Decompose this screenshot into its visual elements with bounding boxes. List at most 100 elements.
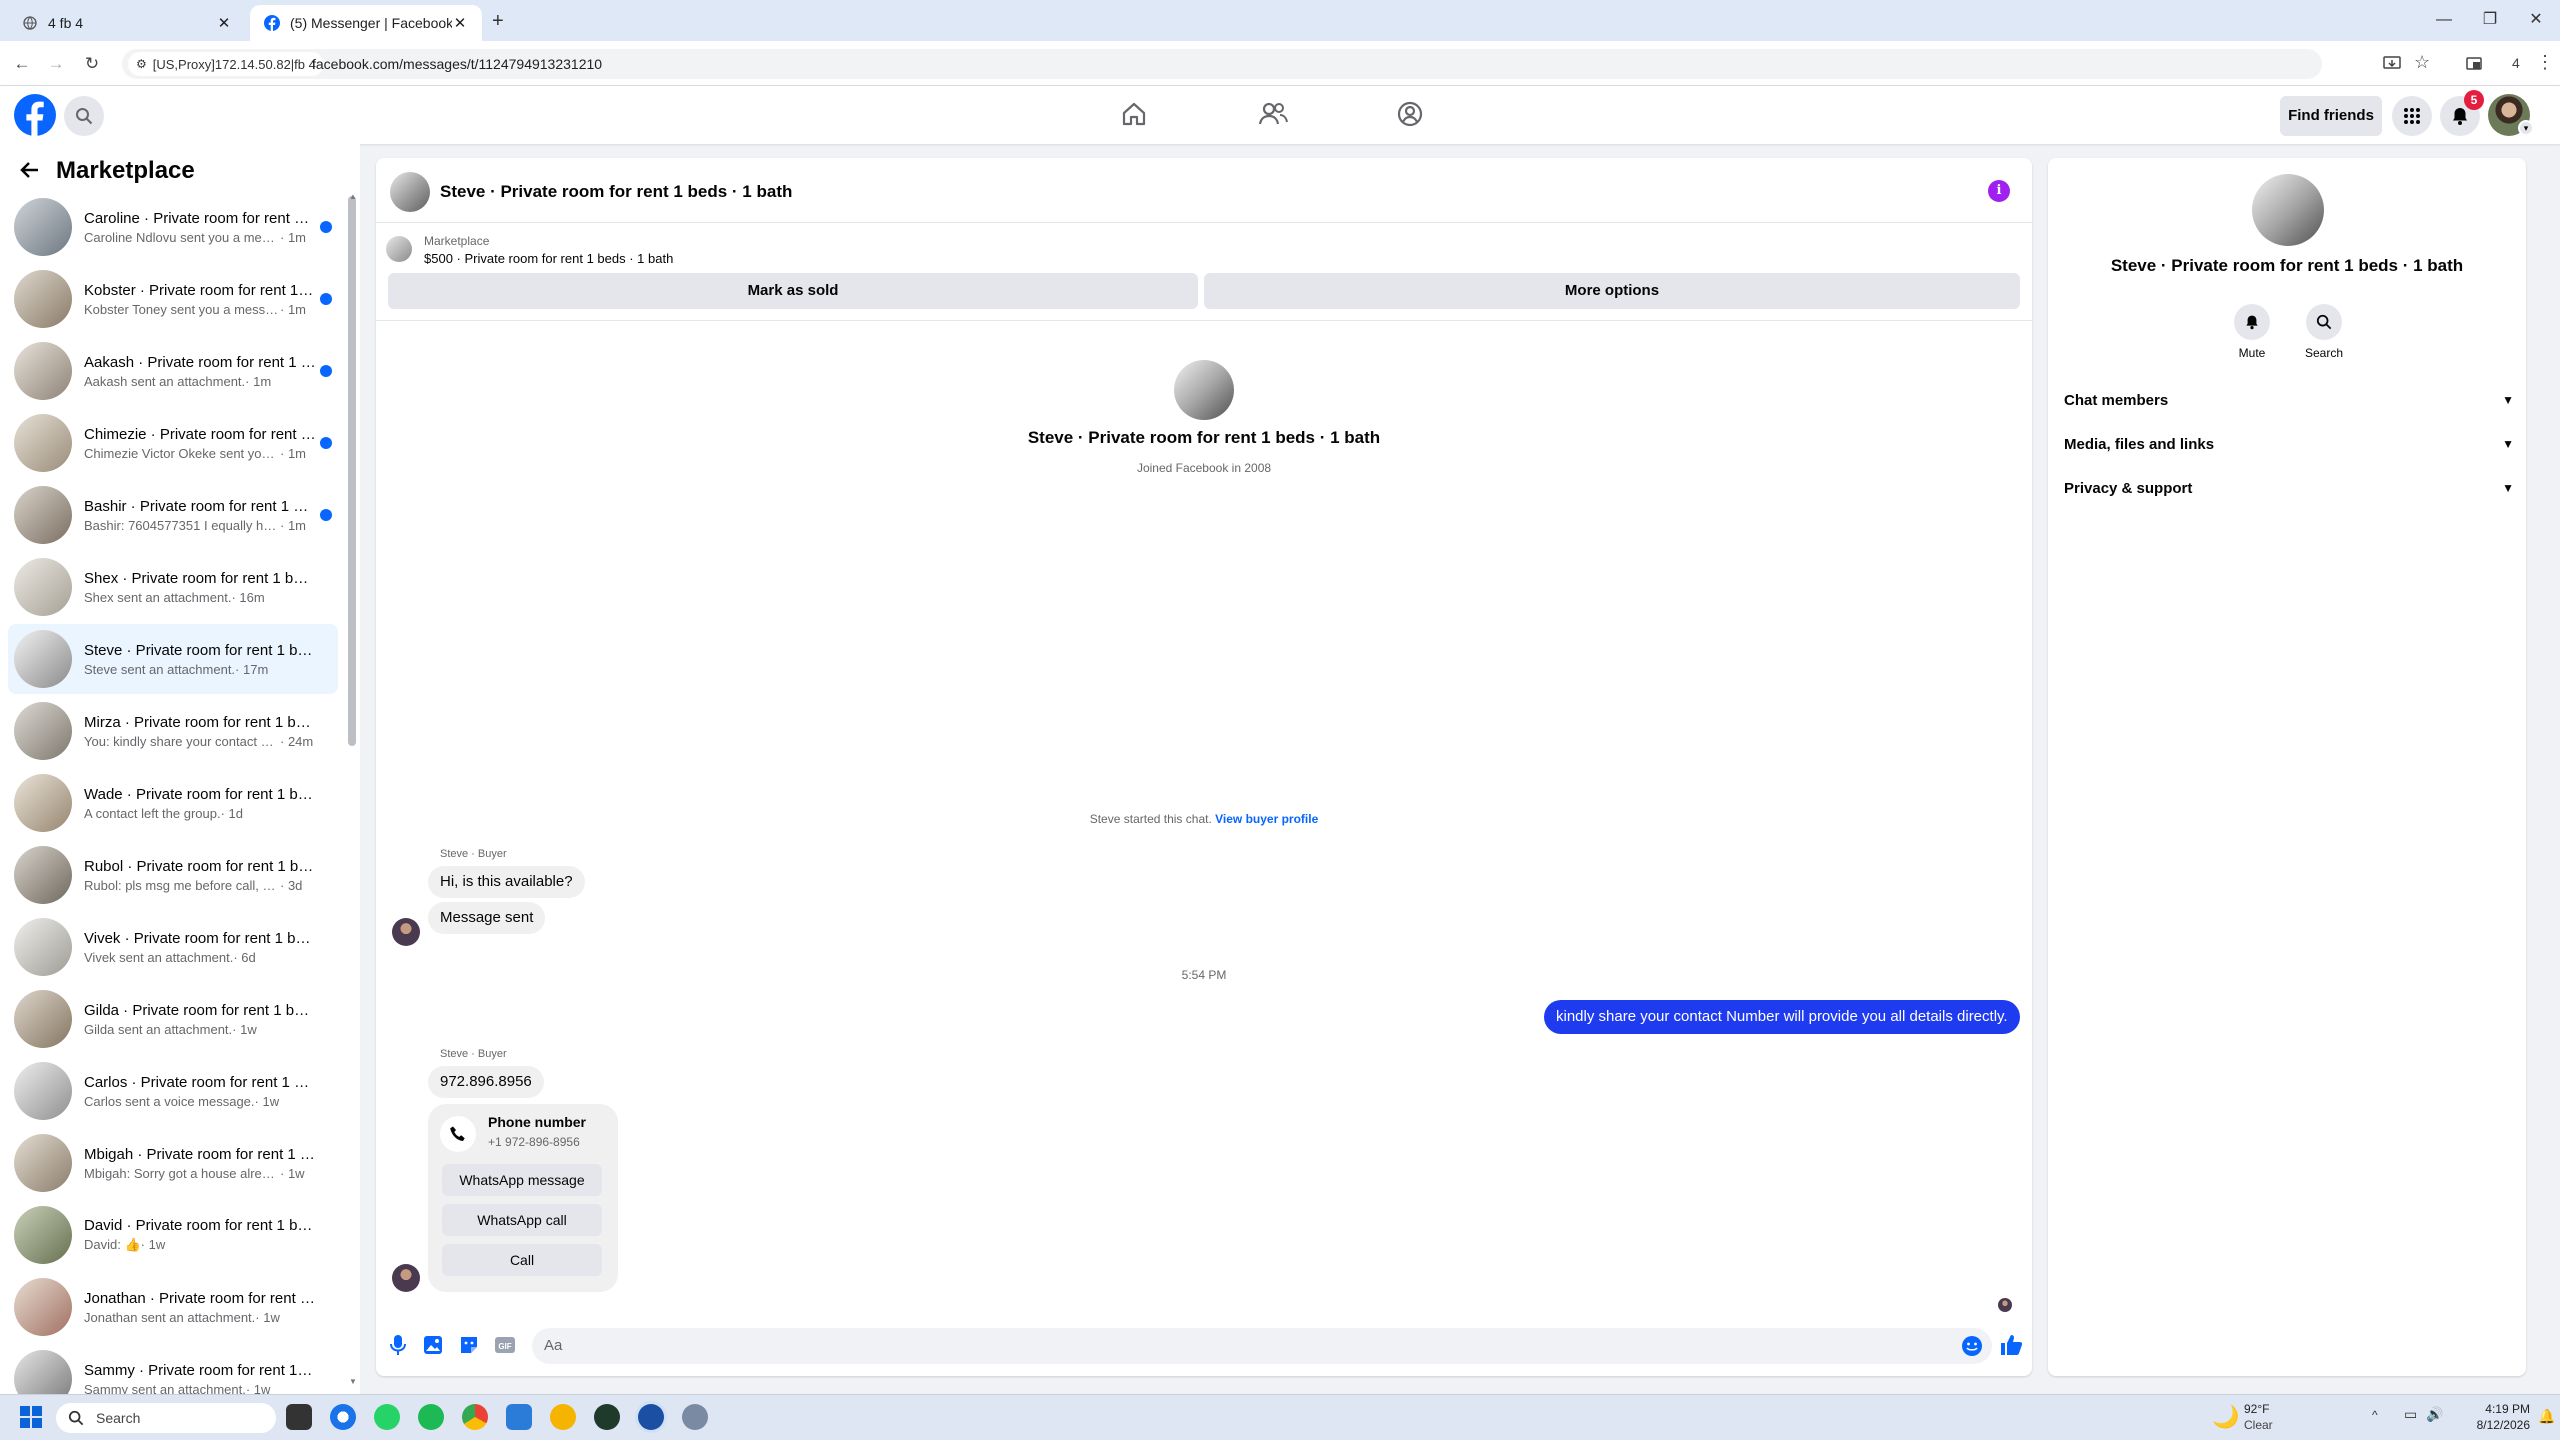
conversation-item[interactable]: Gilda · Private room for rent 1 beds · 1… [8, 984, 338, 1054]
thumbs-up-icon[interactable] [1998, 1332, 2024, 1358]
tray-chevron-icon[interactable]: ^ [2372, 1408, 2378, 1422]
whatsapp-message-button[interactable]: WhatsApp message [442, 1164, 602, 1196]
search-icon[interactable] [64, 96, 104, 136]
close-tab-icon[interactable]: ✕ [216, 14, 232, 32]
reload-icon[interactable]: ↻ [80, 52, 104, 76]
clock-date[interactable]: 8/12/2026 [2450, 1418, 2530, 1432]
notification-center-icon[interactable]: 🔔 [2538, 1408, 2555, 1425]
conversation-item[interactable]: Carlos · Private room for rent 1 beds · … [8, 1056, 338, 1126]
listing-detail[interactable]: $500 · Private room for rent 1 beds · 1 … [424, 251, 673, 266]
bookmark-star-icon[interactable]: ☆ [2414, 52, 2430, 73]
chat-title[interactable]: Steve · Private room for rent 1 beds · 1… [440, 182, 792, 202]
settings-icon[interactable] [682, 1404, 708, 1430]
conversation-item[interactable]: Jonathan · Private room for rent 1 beds … [8, 1272, 338, 1342]
message-input[interactable]: Aa [532, 1328, 1992, 1364]
photo-attach-icon[interactable] [422, 1334, 444, 1356]
privacy-support-section[interactable]: Privacy & support ▼ [2064, 468, 2514, 508]
back-arrow-icon[interactable] [18, 158, 42, 182]
clock-time[interactable]: 4:19 PM [2450, 1402, 2530, 1416]
sticker-icon[interactable] [458, 1334, 480, 1356]
windows-start-icon[interactable] [20, 1406, 42, 1428]
gif-icon[interactable]: GIF [494, 1335, 516, 1355]
browser-tab-2[interactable]: (5) Messenger | Facebook ✕ [250, 5, 482, 41]
more-options-button[interactable]: More options [1204, 273, 2020, 309]
notepad-icon[interactable] [506, 1404, 532, 1430]
conversation-item[interactable]: Rubol · Private room for rent 1 beds · 1… [8, 840, 338, 910]
chat-avatar[interactable] [390, 172, 430, 212]
conversation-item[interactable]: David · Private room for rent 1 beds · 1… [8, 1200, 338, 1270]
chrome-icon[interactable] [330, 1404, 356, 1430]
network-icon[interactable]: ▭ [2404, 1406, 2417, 1423]
chevron-down-icon[interactable]: ▾ [2518, 120, 2534, 136]
menu-grid-icon[interactable] [2392, 96, 2432, 136]
search-label[interactable]: Search [2294, 346, 2354, 360]
incoming-message[interactable]: Message sent [428, 902, 546, 934]
conversation-item[interactable]: Chimezie · Private room for rent 1 beds … [8, 408, 338, 478]
chat-members-section[interactable]: Chat members ▼ [2064, 380, 2514, 420]
app-icon[interactable] [550, 1404, 576, 1430]
conversation-item[interactable]: Vivek · Private room for rent 1 beds · 1… [8, 912, 338, 982]
forward-icon[interactable]: → [44, 52, 68, 76]
conversation-item[interactable]: Caroline · Private room for rent 1 beds … [8, 192, 338, 262]
close-window-icon[interactable]: ✕ [2524, 8, 2548, 32]
conversation-item[interactable]: Mirza · Private room for rent 1 beds · 1… [8, 696, 338, 766]
conversation-item[interactable]: Shex · Private room for rent 1 beds · 1 … [8, 552, 338, 622]
browser-tab-1[interactable]: 4 fb 4 ✕ [8, 5, 246, 41]
incoming-message[interactable]: Hi, is this available? [428, 866, 585, 898]
find-friends-button[interactable]: Find friends [2280, 96, 2382, 136]
close-tab-icon[interactable]: ✕ [452, 14, 468, 32]
friends-icon[interactable] [1258, 100, 1288, 128]
restore-icon[interactable]: ❐ [2478, 8, 2502, 32]
chrome-profile-icon[interactable] [462, 1404, 488, 1430]
conversation-item[interactable]: Wade · Private room for rent 1 beds · 1 … [8, 768, 338, 838]
search-conversation-icon[interactable] [2306, 304, 2342, 340]
task-view-icon[interactable] [286, 1404, 312, 1430]
facebook-logo-icon[interactable] [14, 94, 56, 136]
install-icon[interactable] [2382, 53, 2402, 73]
back-icon[interactable]: ← [10, 52, 34, 76]
listing-thumbnail[interactable] [386, 236, 412, 262]
conversation-item[interactable]: Kobster · Private room for rent 1 beds ·… [8, 264, 338, 334]
browser-app-icon[interactable] [594, 1404, 620, 1430]
conversation-item[interactable]: Bashir · Private room for rent 1 beds · … [8, 480, 338, 550]
weather-moon-icon[interactable]: 🌙 [2212, 1404, 2239, 1430]
mute-label[interactable]: Mute [2222, 346, 2282, 360]
profile-icon[interactable] [1396, 100, 1424, 128]
taskbar-search-box[interactable]: Search [56, 1403, 276, 1433]
conversation-info-icon[interactable]: i [1988, 180, 2010, 202]
whatsapp-icon[interactable] [374, 1404, 400, 1430]
minimize-icon[interactable]: — [2432, 8, 2456, 32]
scroll-up-icon[interactable]: ▲ [349, 192, 357, 201]
whatsapp-call-button[interactable]: WhatsApp call [442, 1204, 602, 1236]
mark-as-sold-button[interactable]: Mark as sold [388, 273, 1198, 309]
active-browser-icon[interactable] [638, 1404, 664, 1430]
incoming-message[interactable]: 972.896.8956 [428, 1066, 544, 1098]
weather-desc[interactable]: Clear [2244, 1418, 2273, 1432]
mute-bell-icon[interactable] [2234, 304, 2270, 340]
spotify-icon[interactable] [418, 1404, 444, 1430]
url-text[interactable]: facebook.com/messages/t/1124794913231210 [312, 56, 602, 72]
sender-avatar[interactable] [392, 918, 420, 946]
extensions-icon[interactable] [2464, 53, 2484, 73]
weather-temp[interactable]: 92°F [2244, 1402, 2269, 1416]
conversation-item[interactable]: Mbigah · Private room for rent 1 beds · … [8, 1128, 338, 1198]
sender-avatar[interactable] [392, 1264, 420, 1292]
outgoing-message[interactable]: kindly share your contact Number will pr… [1544, 1000, 2020, 1034]
scroll-down-icon[interactable]: ▼ [349, 1377, 357, 1386]
home-icon[interactable] [1120, 100, 1148, 128]
call-button[interactable]: Call [442, 1244, 602, 1276]
microphone-icon[interactable] [388, 1334, 408, 1356]
media-files-section[interactable]: Media, files and links ▼ [2064, 424, 2514, 464]
volume-icon[interactable]: 🔊 [2426, 1406, 2443, 1423]
sidebar-scrollbar[interactable] [348, 196, 356, 746]
proxy-chip[interactable]: ⚙ [US,Proxy]172.14.50.82|fb 4 [128, 52, 324, 76]
conversation-item[interactable]: Aakash · Private room for rent 1 beds · … [8, 336, 338, 406]
conversation-item[interactable]: Steve · Private room for rent 1 beds · 1… [8, 624, 338, 694]
new-tab-button[interactable]: + [492, 10, 504, 33]
profile-avatar-large[interactable] [1174, 360, 1234, 420]
view-buyer-profile-link[interactable]: View buyer profile [1215, 812, 1318, 826]
info-avatar[interactable] [2252, 174, 2324, 246]
emoji-icon[interactable] [1960, 1334, 1984, 1358]
browser-menu-icon[interactable]: ⋮ [2536, 52, 2554, 73]
profile-badge[interactable]: 4 [2512, 55, 2520, 71]
